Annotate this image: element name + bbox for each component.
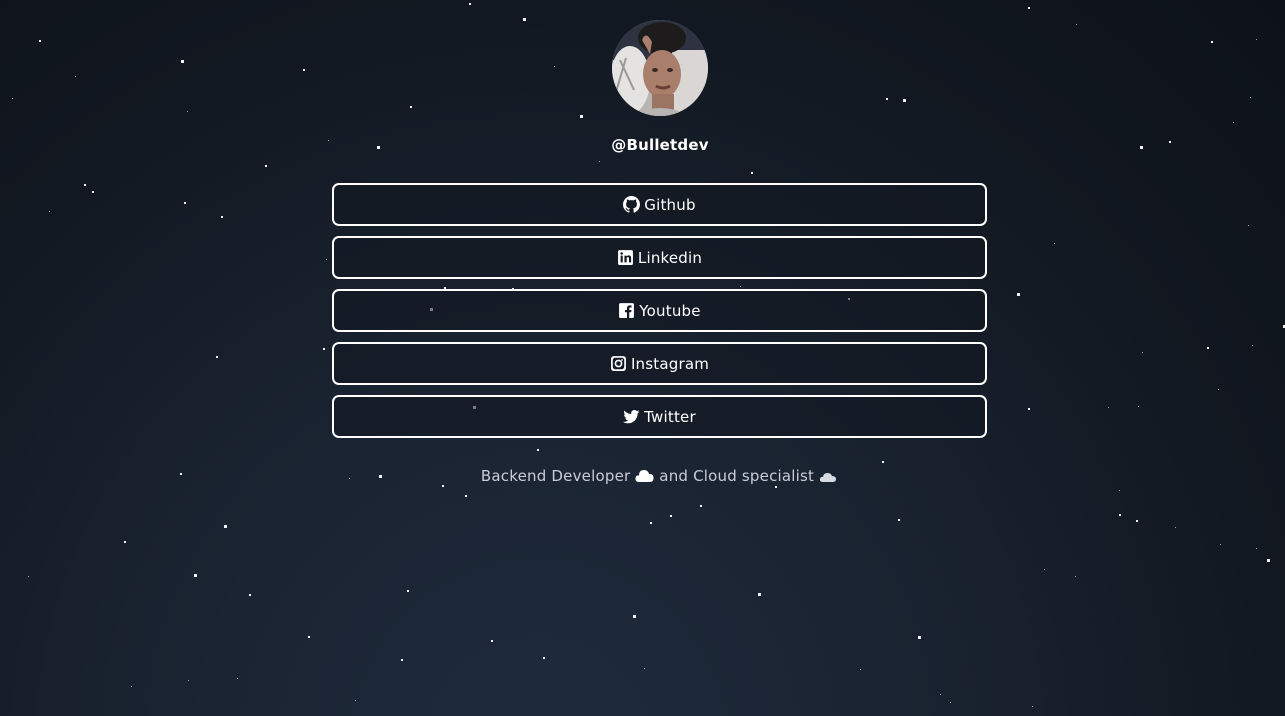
twitter-link-label: Twitter [644, 407, 696, 426]
tagline-specialty: and Cloud specialist [659, 467, 815, 485]
github-link-label: Github [644, 195, 696, 214]
facebook-icon [618, 302, 635, 319]
twitter-icon [623, 408, 640, 425]
github-icon [623, 196, 641, 213]
linkedin-link-label: Linkedin [637, 248, 703, 267]
profile-page: @Bulletdev Github Linkedin Youtube Insta… [0, 0, 1285, 716]
cloud-emoji-white-icon [635, 467, 654, 488]
instagram-link-label: Instagram [630, 354, 710, 373]
avatar [612, 20, 708, 116]
github-link-button[interactable]: Github [332, 183, 987, 226]
linkedin-link-button[interactable]: Linkedin [332, 236, 987, 279]
twitter-link-button[interactable]: Twitter [332, 395, 987, 438]
cloud-emoji-gray-icon [819, 470, 837, 488]
profile-handle: @Bulletdev [611, 136, 709, 154]
instagram-icon [610, 355, 627, 372]
instagram-link-button[interactable]: Instagram [332, 342, 987, 385]
linkedin-icon [617, 249, 634, 266]
link-list: Github Linkedin Youtube Instagram Twitte… [332, 183, 987, 448]
tagline: Backend Developer and Cloud specialist [0, 467, 1285, 488]
youtube-link-button[interactable]: Youtube [332, 289, 987, 332]
tagline-role: Backend Developer [480, 467, 631, 485]
youtube-link-label: Youtube [639, 301, 701, 320]
